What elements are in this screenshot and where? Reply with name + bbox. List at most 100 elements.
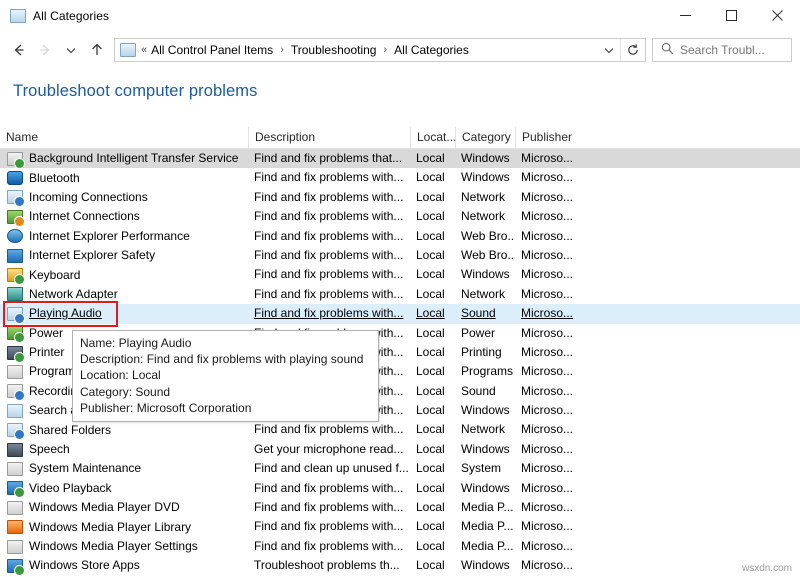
cell-category-text: Windows <box>461 442 510 456</box>
cell-publisher: Microso... <box>515 343 583 362</box>
table-row[interactable]: Windows Store AppsTroubleshoot problems … <box>0 556 800 575</box>
cell-name[interactable]: System Maintenance <box>0 459 248 478</box>
table-row[interactable]: Video PlaybackFind and fix problems with… <box>0 479 800 498</box>
cell-name[interactable]: Internet Connections <box>0 207 248 226</box>
cell-description: Find and fix problems with... <box>248 188 410 207</box>
column-header-category[interactable]: Category <box>455 127 515 148</box>
cell-name[interactable]: Network Adapter <box>0 285 248 304</box>
cell-publisher: Microso... <box>515 285 583 304</box>
table-row[interactable]: Internet Explorer PerformanceFind and fi… <box>0 227 800 246</box>
cell-name[interactable]: Keyboard <box>0 265 248 284</box>
minimize-button[interactable] <box>662 0 708 31</box>
breadcrumb-item-troubleshooting[interactable]: Troubleshooting <box>289 42 379 58</box>
cell-description: Find and fix problems that... <box>248 149 410 168</box>
wmp-settings-icon <box>7 539 23 555</box>
column-header-name[interactable]: Name <box>0 127 248 148</box>
cell-location: Local <box>410 324 455 343</box>
search-box[interactable]: Search Troubl... <box>652 38 792 62</box>
cell-name[interactable]: Internet Explorer Performance <box>0 227 248 246</box>
column-header-location[interactable]: Locat... <box>410 127 455 148</box>
table-row[interactable]: Incoming ConnectionsFind and fix problem… <box>0 188 800 207</box>
table-row[interactable]: Shared FoldersFind and fix problems with… <box>0 420 800 439</box>
cell-description: Find and fix problems with... <box>248 498 410 517</box>
cell-name[interactable]: Background Intelligent Transfer Service <box>0 149 248 168</box>
ie-safety-icon <box>7 248 23 264</box>
cell-publisher: Microso... <box>515 324 583 343</box>
table-row[interactable]: Windows Media Player SettingsFind and fi… <box>0 537 800 556</box>
cell-location: Local <box>410 285 455 304</box>
cell-location-text: Local <box>416 170 445 184</box>
cell-name[interactable]: Windows Store Apps <box>0 556 248 575</box>
cell-name[interactable]: Bluetooth <box>0 168 248 187</box>
breadcrumb-overflow[interactable]: « <box>141 44 149 56</box>
cell-name[interactable]: Shared Folders <box>0 420 248 439</box>
cell-category: Windows <box>455 265 515 284</box>
cell-name[interactable]: Incoming Connections <box>0 188 248 207</box>
cell-name[interactable]: Video Playback <box>0 479 248 498</box>
search-input[interactable]: Search Troubl... <box>680 43 765 57</box>
up-button[interactable] <box>84 37 110 63</box>
column-header-publisher[interactable]: Publisher <box>515 127 583 148</box>
cell-publisher: Microso... <box>515 420 583 439</box>
cell-publisher: Microso... <box>515 498 583 517</box>
maximize-button[interactable] <box>708 0 754 31</box>
cell-publisher: Microso... <box>515 265 583 284</box>
cell-publisher: Microso... <box>515 479 583 498</box>
recent-locations-button[interactable] <box>58 37 84 63</box>
row-name-label: Video Playback <box>29 479 112 498</box>
chevron-right-icon: › <box>378 44 392 56</box>
navigation-bar: « All Control Panel Items › Troubleshoot… <box>0 31 800 68</box>
cell-publisher: Microso... <box>515 188 583 207</box>
cell-location: Local <box>410 479 455 498</box>
table-row[interactable]: Background Intelligent Transfer ServiceF… <box>0 149 800 168</box>
cell-category-text: Web Bro... <box>461 248 515 262</box>
cell-description: Find and fix problems with... <box>248 304 410 323</box>
table-row[interactable]: Internet ConnectionsFind and fix problem… <box>0 207 800 226</box>
cell-name[interactable]: Windows Media Player Library <box>0 517 248 536</box>
table-row[interactable]: Windows Media Player DVDFind and fix pro… <box>0 498 800 517</box>
back-button[interactable] <box>6 37 32 63</box>
cell-location-text: Local <box>416 384 445 398</box>
forward-button[interactable] <box>32 37 58 63</box>
refresh-button[interactable] <box>621 39 645 61</box>
cell-location-text: Local <box>416 267 445 281</box>
incoming-connections-icon <box>7 189 23 205</box>
breadcrumb-item-all-control-panel-items[interactable]: All Control Panel Items <box>149 42 275 58</box>
cell-category: Web Bro... <box>455 246 515 265</box>
table-row[interactable]: Network AdapterFind and fix problems wit… <box>0 285 800 304</box>
cell-location-text: Local <box>416 209 445 223</box>
table-row[interactable]: Windows Media Player LibraryFind and fix… <box>0 517 800 536</box>
row-name-label: Shared Folders <box>29 421 111 440</box>
cell-name[interactable]: Internet Explorer Safety <box>0 246 248 265</box>
chevron-down-icon[interactable] <box>598 39 620 61</box>
search-icon <box>661 42 674 58</box>
shared-folders-icon <box>7 422 23 438</box>
table-row[interactable]: BluetoothFind and fix problems with...Lo… <box>0 168 800 187</box>
cell-location: Local <box>410 537 455 556</box>
cell-location: Local <box>410 401 455 420</box>
table-row[interactable]: System MaintenanceFind and clean up unus… <box>0 459 800 478</box>
table-row[interactable]: KeyboardFind and fix problems with...Loc… <box>0 265 800 284</box>
cell-publisher-text: Microso... <box>521 364 573 378</box>
cell-name[interactable]: Windows Media Player Settings <box>0 537 248 556</box>
table-row[interactable]: Internet Explorer SafetyFind and fix pro… <box>0 246 800 265</box>
cell-publisher-text: Microso... <box>521 519 573 533</box>
cell-name[interactable]: Playing Audio <box>0 304 248 323</box>
row-name-label: Windows Store Apps <box>29 556 140 575</box>
table-row[interactable]: SpeechGet your microphone read...LocalWi… <box>0 440 800 459</box>
window-title: All Categories <box>33 9 109 23</box>
cell-name[interactable]: Speech <box>0 440 248 459</box>
cell-publisher-text: Microso... <box>521 267 573 281</box>
row-name-label: Playing Audio <box>29 304 102 323</box>
cell-publisher: Microso... <box>515 207 583 226</box>
cell-name[interactable]: Windows Media Player DVD <box>0 498 248 517</box>
cell-location-text: Local <box>416 326 445 340</box>
close-button[interactable] <box>754 0 800 31</box>
power-icon <box>7 325 23 341</box>
cell-location: Local <box>410 498 455 517</box>
table-row[interactable]: Playing Audio Find and fix problems with.… <box>0 304 800 323</box>
breadcrumb-item-all-categories[interactable]: All Categories <box>392 42 471 58</box>
cell-publisher-text: Microso... <box>521 287 573 301</box>
column-header-description[interactable]: Description <box>248 127 410 148</box>
address-bar[interactable]: « All Control Panel Items › Troubleshoot… <box>114 38 646 62</box>
